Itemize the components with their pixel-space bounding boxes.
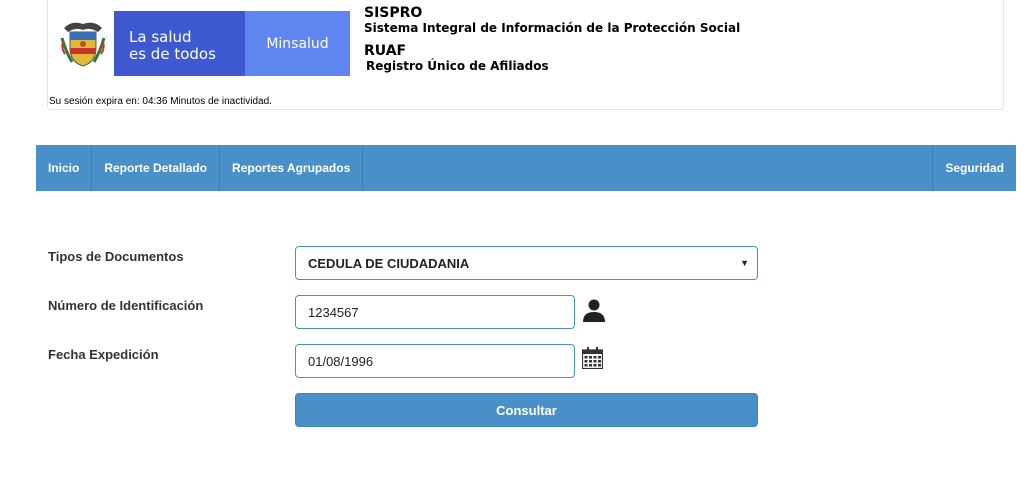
doc-type-value: CEDULA DE CIUDADANIA — [308, 255, 470, 271]
brand-line-2: es de todos — [129, 45, 216, 63]
header: La salud es de todos Minsalud SISPRO Sis… — [47, 0, 1004, 110]
user-icon — [583, 299, 605, 322]
calendar-icon[interactable] — [582, 347, 603, 369]
brand-logo: La salud es de todos — [114, 11, 245, 76]
sispro-title: SISPRO — [364, 5, 423, 21]
chevron-down-icon: ▼ — [740, 258, 749, 268]
id-number-label: Número de Identificación — [48, 298, 204, 313]
id-number-input[interactable]: 1234567 — [295, 295, 575, 329]
nav-spacer — [363, 145, 934, 191]
nav-item-inicio[interactable]: Inicio — [36, 145, 93, 191]
sispro-subtitle: Sistema Integral de Información de la Pr… — [364, 21, 741, 35]
nav-item-reportes-agrupados[interactable]: Reportes Agrupados — [220, 145, 364, 191]
ruaf-title: RUAF — [364, 43, 407, 59]
date-label: Fecha Expedición — [48, 347, 159, 362]
brand-line-1: La salud — [129, 28, 192, 46]
consultar-button[interactable]: Consultar — [295, 393, 758, 427]
doc-type-label: Tipos de Documentos — [48, 249, 184, 264]
nav-item-seguridad[interactable]: Seguridad — [933, 145, 1016, 191]
doc-type-select[interactable]: CEDULA DE CIUDADANIA ▼ — [295, 246, 758, 280]
session-timer: Su sesión expira en: 04:36 Minutos de in… — [49, 96, 272, 107]
ministry-name: Minsalud — [266, 35, 329, 52]
coat-of-arms-icon — [60, 22, 106, 67]
nav-item-reporte-detallado[interactable]: Reporte Detallado — [92, 145, 221, 191]
id-number-value: 1234567 — [308, 304, 359, 320]
system-info: SISPRO Sistema Integral de Información d… — [364, 5, 740, 73]
ruaf-subtitle: Registro Único de Afiliados — [366, 59, 549, 73]
ministry-logo: Minsalud — [245, 11, 350, 76]
date-value: 01/08/1996 — [308, 353, 374, 369]
main-nav: Inicio Reporte Detallado Reportes Agrupa… — [36, 145, 1016, 191]
date-input[interactable]: 01/08/1996 — [295, 344, 575, 378]
